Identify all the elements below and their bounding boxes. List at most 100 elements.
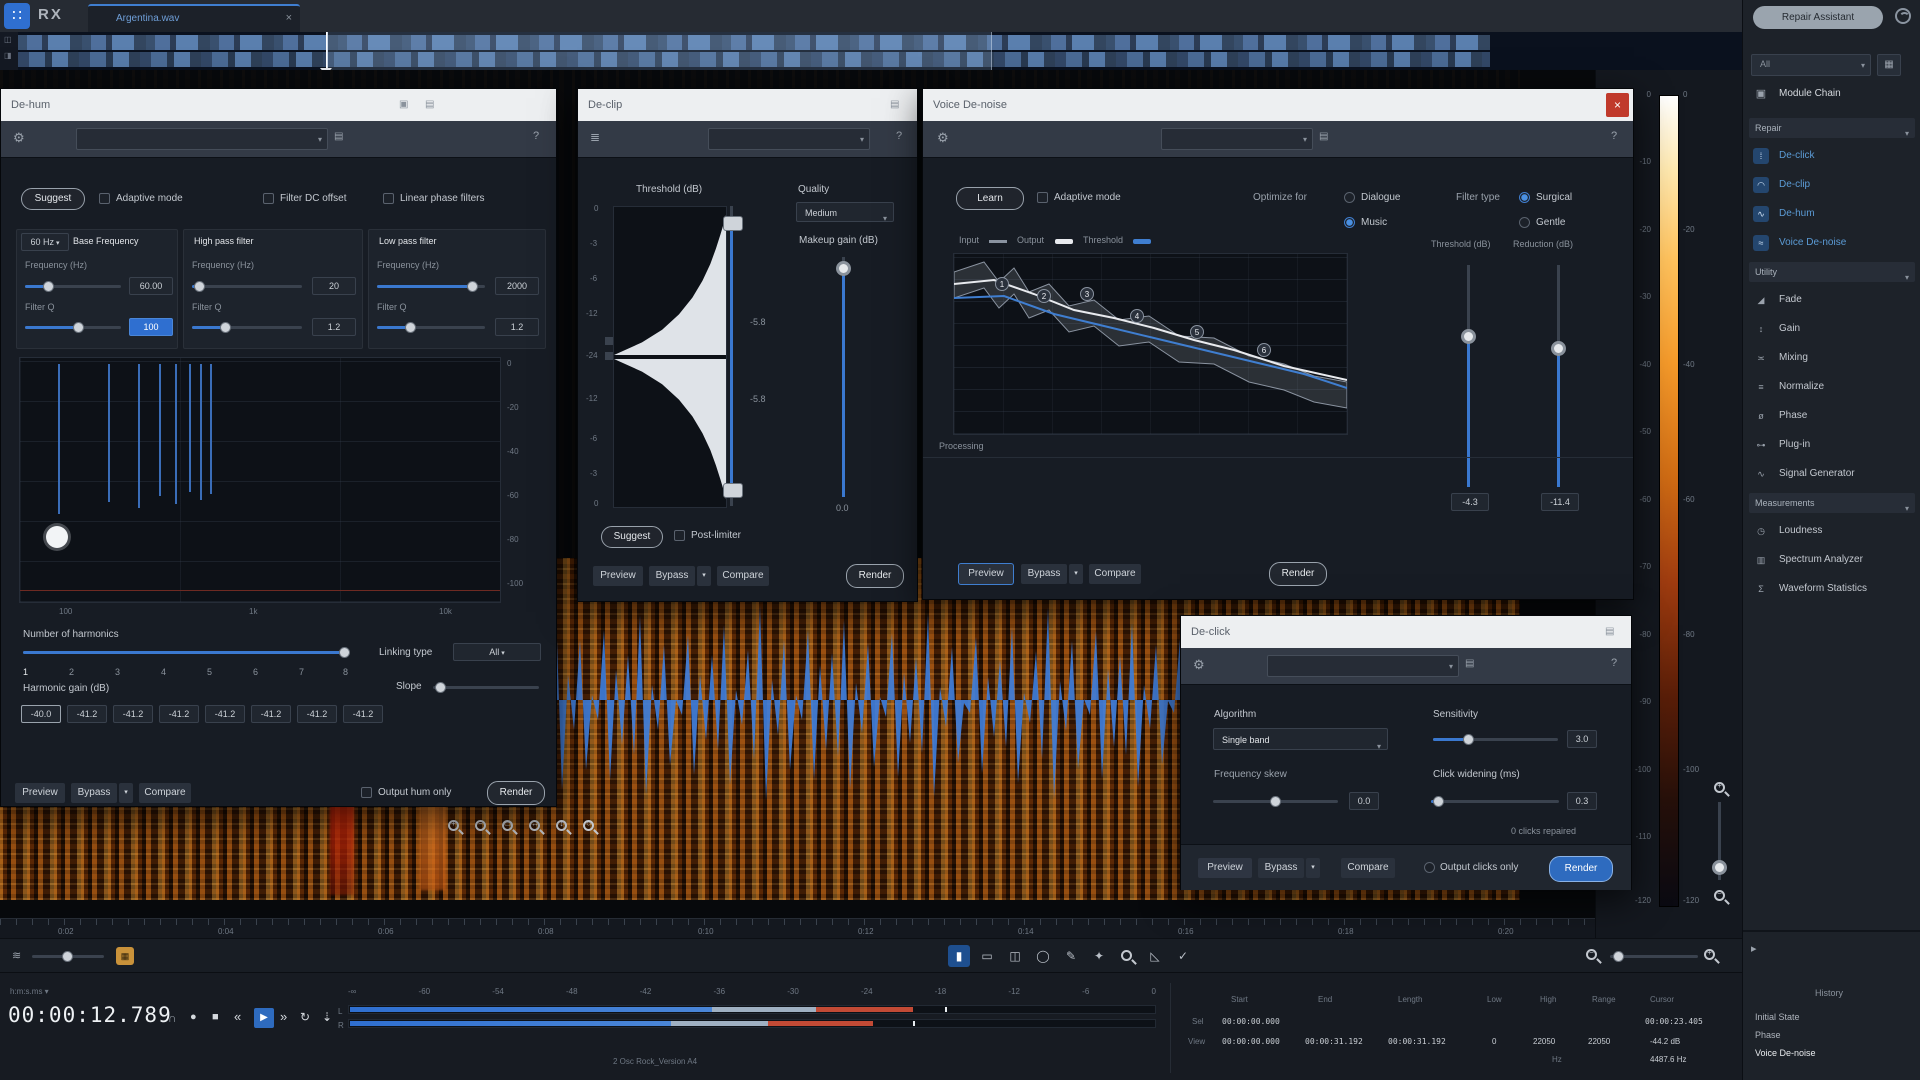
declick-widening-slider[interactable] [1431, 800, 1559, 803]
declick-help-icon[interactable]: ? [1611, 657, 1617, 669]
declick-freqskew-handle[interactable] [1270, 796, 1281, 807]
declip-render-button[interactable]: Render [846, 564, 904, 588]
denoise-gentle-radio[interactable] [1519, 217, 1530, 228]
dehum-slope-slider[interactable] [433, 686, 539, 689]
denoise-surgical-radio[interactable] [1519, 192, 1530, 203]
denoise-render-button[interactable]: Render [1269, 562, 1327, 586]
section-measurements[interactable]: Measurements▾ [1749, 493, 1915, 513]
time-format-dropdown[interactable]: h:m:s.ms ▾ [10, 987, 49, 996]
dehum-lpf-freq-handle[interactable] [467, 281, 478, 292]
section-utility[interactable]: Utility▾ [1749, 262, 1915, 282]
repair-assistant-button[interactable]: Repair Assistant [1753, 6, 1883, 29]
dehum-compare-button[interactable]: Compare [139, 783, 191, 803]
declick-sensitivity-value[interactable]: 3.0 [1567, 730, 1597, 748]
dehum-base-freq-slider[interactable] [25, 285, 121, 288]
dehum-base-freq-value[interactable]: 60.00 [129, 277, 173, 295]
magic-wand-tool[interactable]: ✦ [1088, 945, 1110, 967]
dehum-lpf-q-slider[interactable] [377, 326, 485, 329]
dehum-lpf-q-value[interactable]: 1.2 [495, 318, 539, 336]
declip-suggest-button[interactable]: Suggest [601, 526, 663, 548]
dehum-base-freq-handle[interactable] [43, 281, 54, 292]
panel-layout-button[interactable]: ▦ [1877, 54, 1901, 76]
declip-quality-dropdown[interactable]: Medium▾ [796, 202, 894, 222]
dehum-hpf-freq-value[interactable]: 20 [312, 277, 356, 295]
denoise-titlebar[interactable]: Voice De-noise [923, 89, 1633, 121]
declick-collapse-icon[interactable]: ▤ [1605, 616, 1614, 648]
declick-preview-button[interactable]: Preview [1198, 858, 1252, 878]
declick-widening-value[interactable]: 0.3 [1567, 792, 1597, 810]
declick-bypass-dropdown-icon[interactable]: ▾ [1306, 858, 1320, 878]
time-frequency-selection-tool[interactable]: ◫ [1004, 945, 1026, 967]
vertical-zoom-in-icon[interactable]: + [1714, 782, 1725, 793]
waveform-spectrogram-blend-slider[interactable] [32, 955, 104, 958]
time-ruler[interactable]: 0:02 0:04 0:06 0:08 0:10 0:12 0:14 0:16 … [0, 918, 1595, 938]
file-tab[interactable]: Argentina.wav × [88, 4, 300, 34]
module-item-fade[interactable]: ◢ Fade [1753, 290, 1913, 312]
module-search-box[interactable]: All ▾ [1751, 54, 1871, 76]
dehum-titlebar[interactable]: De-hum ▣ ▤ [1, 89, 556, 121]
tab-close-icon[interactable]: × [286, 12, 292, 24]
declip-threshold-slider[interactable] [730, 206, 733, 506]
declip-bypass-dropdown-icon[interactable]: ▾ [697, 566, 711, 586]
dehum-dc-checkbox[interactable] [263, 193, 274, 204]
denoise-node-5[interactable]: 5 [1190, 325, 1204, 339]
time-selection-tool[interactable]: ▮ [948, 945, 970, 967]
vertical-zoom-slider[interactable] [1718, 802, 1721, 880]
hzoom-handle[interactable] [1613, 951, 1624, 962]
zoom-out-horizontal-icon[interactable]: − [475, 820, 486, 831]
dehum-hpf-q-handle[interactable] [220, 322, 231, 333]
module-item-signalgenerator[interactable]: ∿ Signal Generator [1753, 464, 1913, 486]
declip-preset-dropdown[interactable]: ▾ [708, 128, 870, 150]
dehum-harmonics-slider[interactable] [23, 651, 348, 654]
declip-titlebar[interactable]: De-clip ▤ [578, 89, 917, 121]
dehum-gain-8[interactable]: -41.2 [343, 705, 383, 723]
denoise-learn-button[interactable]: Learn [956, 187, 1024, 210]
rewind-button[interactable]: « [234, 1009, 241, 1024]
dehum-bypass-button[interactable]: Bypass [71, 783, 117, 803]
hzoom-in-icon[interactable]: + [1704, 949, 1715, 960]
dehum-settings-gear-icon[interactable]: ⚙ [13, 130, 25, 146]
denoise-node-2[interactable]: 2 [1037, 289, 1051, 303]
declip-threshold-handle-top[interactable] [723, 216, 743, 231]
denoise-compare-button[interactable]: Compare [1089, 564, 1141, 584]
brush-selection-tool[interactable]: ✎ [1060, 945, 1082, 967]
declick-preset-dropdown[interactable]: ▾ [1267, 655, 1459, 677]
dehum-base-q-value[interactable]: 100 [129, 318, 173, 336]
colormap-bar[interactable] [1659, 95, 1679, 907]
denoise-music-radio[interactable] [1344, 217, 1355, 228]
info-sel-start[interactable]: 00:00:00.000 [1222, 1017, 1280, 1026]
denoise-reduction-value[interactable]: -11.4 [1541, 493, 1579, 511]
dehum-hpf-q-value[interactable]: 1.2 [312, 318, 356, 336]
dehum-linking-dropdown[interactable]: All ▾ [453, 643, 541, 661]
record-button[interactable]: ● [190, 1011, 197, 1023]
dehum-lpf-tab-label[interactable]: Low pass filter [379, 236, 437, 246]
denoise-threshold-handle[interactable] [1461, 329, 1476, 344]
history-item-voicedenoise[interactable]: Voice De-noise [1755, 1048, 1816, 1058]
denoise-close-button[interactable]: × [1606, 93, 1629, 117]
dehum-gain-4[interactable]: -41.2 [159, 705, 199, 723]
dehum-base-q-slider[interactable] [25, 326, 121, 329]
declick-preset-save-icon[interactable]: ▤ [1465, 658, 1474, 669]
history-item-phase[interactable]: Phase [1755, 1030, 1781, 1040]
denoise-node-4[interactable]: 4 [1130, 309, 1144, 323]
denoise-threshold-slider[interactable] [1467, 265, 1470, 487]
denoise-preset-save-icon[interactable]: ▤ [1319, 131, 1328, 142]
declip-postlimiter-checkbox[interactable] [674, 530, 685, 541]
module-chain-item[interactable]: ▣ Module Chain [1753, 84, 1913, 106]
declip-bypass-button[interactable]: Bypass [649, 566, 695, 586]
declick-settings-gear-icon[interactable]: ⚙ [1193, 657, 1205, 673]
module-item-normalize[interactable]: ≡ Normalize [1753, 377, 1913, 399]
play-button[interactable]: ▶ [254, 1008, 274, 1028]
dehum-gain-3[interactable]: -41.2 [113, 705, 153, 723]
blend-slider-handle[interactable] [62, 951, 73, 962]
declick-algorithm-dropdown[interactable]: Single band▾ [1213, 728, 1388, 750]
dehum-hpf-freq-slider[interactable] [192, 285, 302, 288]
declick-outputonly-checkbox[interactable] [1424, 862, 1435, 873]
declick-compare-button[interactable]: Compare [1341, 858, 1395, 878]
declip-help-icon[interactable]: ? [896, 130, 902, 142]
denoise-threshold-value[interactable]: -4.3 [1451, 493, 1489, 511]
denoise-adaptive-checkbox[interactable] [1037, 192, 1048, 203]
declick-titlebar[interactable]: De-click ▤ [1181, 616, 1631, 648]
dehum-preset-dropdown[interactable]: ▾ [76, 128, 328, 150]
denoise-help-icon[interactable]: ? [1611, 130, 1617, 142]
